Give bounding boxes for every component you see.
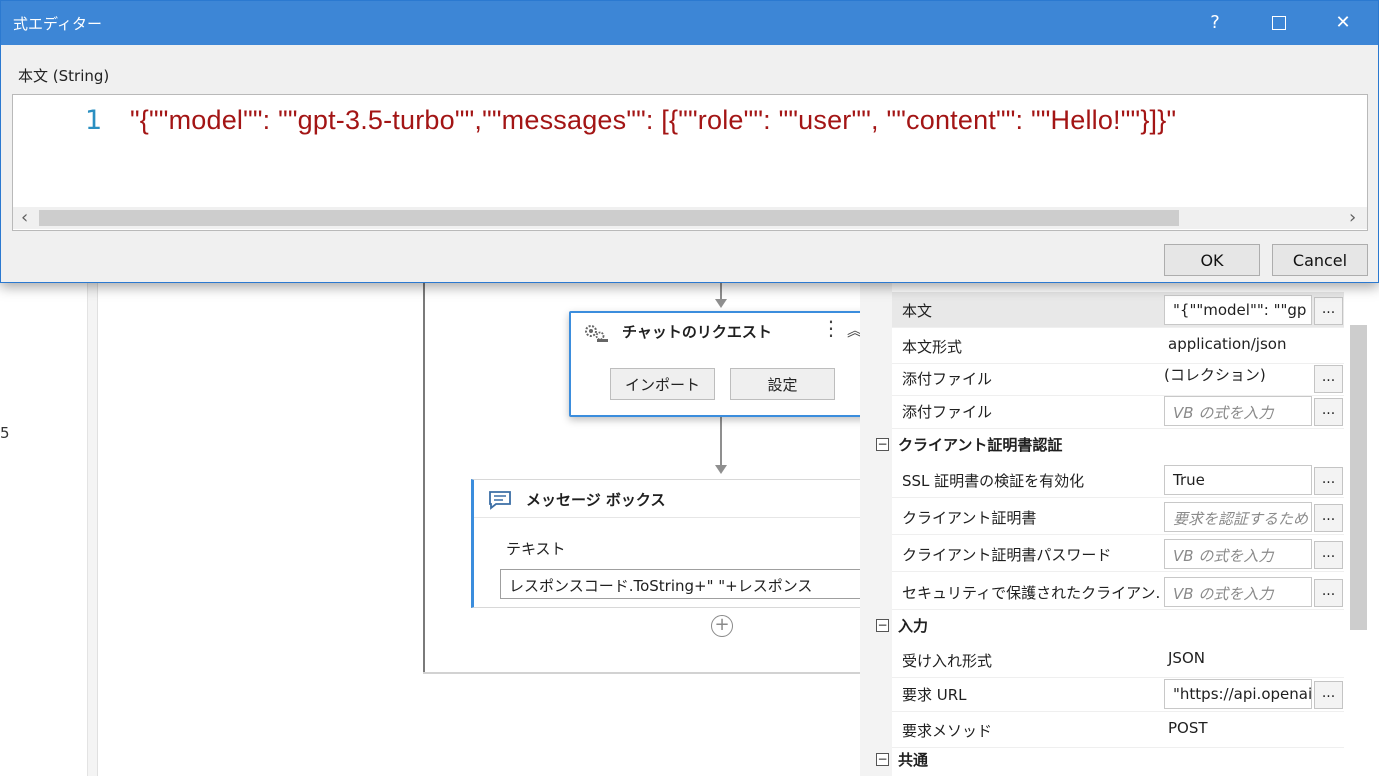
property-value-input[interactable]: VB の式を入力 <box>1164 577 1312 607</box>
chat-request-activity[interactable]: チャットのリクエスト ⋮ ︽ インポート 設定 <box>569 311 869 417</box>
category-common[interactable]: − 共通 <box>870 744 1350 776</box>
maximize-button[interactable] <box>1248 1 1310 45</box>
settings-button[interactable]: 設定 <box>730 368 835 400</box>
activity-title: メッセージ ボックス <box>526 491 666 509</box>
property-row-attachments[interactable]: 添付ファイル (コレクション) ... <box>892 360 1344 396</box>
properties-gutter <box>860 282 892 776</box>
property-name: 添付ファイル <box>902 370 993 388</box>
connector-line <box>720 417 722 465</box>
message-box-activity[interactable]: メッセージ ボックス テキスト レスポンスコード.ToString+" "+レス… <box>471 479 870 608</box>
message-icon <box>489 491 511 510</box>
activity-title: チャットのリクエスト <box>622 323 772 341</box>
horizontal-scrollbar[interactable]: ‹ › <box>13 207 1367 229</box>
connector-line <box>720 283 722 300</box>
scroll-left-icon[interactable]: ‹ <box>21 207 28 229</box>
expression-editor-dialog: 式エディター ? ✕ 本文 (String) 1 "{""model"": ""… <box>0 0 1379 283</box>
category-title: 共通 <box>898 751 929 769</box>
ellipsis-button[interactable]: ... <box>1314 297 1343 325</box>
close-button[interactable]: ✕ <box>1312 1 1374 45</box>
property-value-input[interactable]: True <box>1164 465 1312 495</box>
divider <box>474 517 866 518</box>
collapse-toggle-icon[interactable]: − <box>876 438 889 451</box>
property-name: クライアント証明書 <box>902 509 1037 527</box>
expression-code[interactable]: "{""model"": ""gpt-3.5-turbo"",""message… <box>130 105 1176 136</box>
property-value[interactable]: (コレクション) <box>1164 364 1266 385</box>
ellipsis-button[interactable]: ... <box>1314 398 1343 426</box>
property-row-ssl-verify[interactable]: SSL 証明書の検証を有効化 True ... <box>892 462 1344 498</box>
property-name: 要求 URL <box>902 686 967 704</box>
property-row-request-method[interactable]: 要求メソッド POST <box>892 712 1344 748</box>
property-value-input[interactable]: "{""model"": ""gp <box>1164 295 1312 325</box>
dialog-titlebar[interactable]: 式エディター ? ✕ <box>1 1 1378 45</box>
property-row-request-url[interactable]: 要求 URL "https://api.openai ... <box>892 676 1344 712</box>
property-row-client-certificate[interactable]: クライアント証明書 要求を認証するため ... <box>892 499 1344 535</box>
property-row-secure-client[interactable]: セキュリティで保護されたクライアン... VB の式を入力 ... <box>892 574 1344 610</box>
property-name: 添付ファイル <box>902 403 993 421</box>
sequence-border <box>423 282 425 674</box>
connector-arrow-icon <box>715 299 727 308</box>
ellipsis-button[interactable]: ... <box>1314 681 1343 709</box>
message-text-field[interactable]: レスポンスコード.ToString+" "+レスポンス <box>500 569 870 599</box>
property-value-input[interactable]: VB の式を入力 <box>1164 396 1312 426</box>
property-value-input[interactable]: 要求を認証するため <box>1164 502 1312 532</box>
property-value[interactable]: JSON <box>1168 649 1205 667</box>
property-name: 本文形式 <box>902 338 963 356</box>
expression-editor[interactable]: 1 "{""model"": ""gpt-3.5-turbo"",""messa… <box>12 94 1368 231</box>
property-name: 受け入れ形式 <box>902 652 993 670</box>
category-title: 入力 <box>898 617 929 635</box>
collapse-toggle-icon[interactable]: − <box>876 753 889 766</box>
property-value-input[interactable]: VB の式を入力 <box>1164 539 1312 569</box>
ellipsis-button[interactable]: ... <box>1314 579 1343 607</box>
property-row-body-format[interactable]: 本文形式 application/json <box>892 328 1344 364</box>
add-activity-icon[interactable]: + <box>711 615 733 637</box>
property-value[interactable]: application/json <box>1168 335 1286 353</box>
collapse-toggle-icon[interactable]: − <box>876 619 889 632</box>
left-panel-text-fragment: 5 <box>0 424 10 442</box>
activity-menu-icon[interactable]: ⋮ <box>821 318 841 338</box>
ellipsis-button[interactable]: ... <box>1314 541 1343 569</box>
property-row-body[interactable]: 本文 "{""model"": ""gp ... <box>892 292 1344 328</box>
property-name: 要求メソッド <box>902 722 993 740</box>
cancel-button[interactable]: Cancel <box>1272 244 1368 276</box>
import-button[interactable]: インポート <box>610 368 715 400</box>
ellipsis-button[interactable]: ... <box>1314 504 1343 532</box>
category-client-certificate[interactable]: − クライアント証明書認証 <box>870 429 1350 461</box>
property-value[interactable]: POST <box>1168 719 1208 737</box>
gears-icon <box>585 325 608 342</box>
property-value-input[interactable]: "https://api.openai <box>1164 679 1312 709</box>
expression-field-label: 本文 (String) <box>18 67 110 85</box>
category-input[interactable]: − 入力 <box>870 610 1350 642</box>
text-label: テキスト <box>506 540 566 558</box>
property-row-accept-format[interactable]: 受け入れ形式 JSON <box>892 642 1344 678</box>
property-name: SSL 証明書の検証を有効化 <box>902 472 1085 490</box>
ok-button[interactable]: OK <box>1164 244 1260 276</box>
property-row-attachment-files[interactable]: 添付ファイル VB の式を入力 ... <box>892 393 1344 429</box>
sequence-bottom-border <box>423 672 860 674</box>
scrollbar-thumb[interactable] <box>39 210 1179 226</box>
dialog-title: 式エディター <box>13 15 102 33</box>
ellipsis-button[interactable]: ... <box>1314 467 1343 495</box>
line-number: 1 <box>85 105 103 136</box>
property-row-certificate-password[interactable]: クライアント証明書パスワード VB の式を入力 ... <box>892 536 1344 572</box>
property-name: クライアント証明書パスワード <box>902 546 1112 564</box>
properties-scrollbar[interactable] <box>1350 325 1367 630</box>
category-title: クライアント証明書認証 <box>898 436 1063 454</box>
ellipsis-button[interactable]: ... <box>1314 365 1343 393</box>
scroll-right-icon[interactable]: › <box>1349 207 1356 229</box>
maximize-icon <box>1272 16 1286 30</box>
help-button[interactable]: ? <box>1184 1 1246 45</box>
property-name: 本文 <box>902 302 933 320</box>
property-name: セキュリティで保護されたクライアン... <box>902 584 1160 602</box>
connector-arrow-icon <box>715 465 727 474</box>
